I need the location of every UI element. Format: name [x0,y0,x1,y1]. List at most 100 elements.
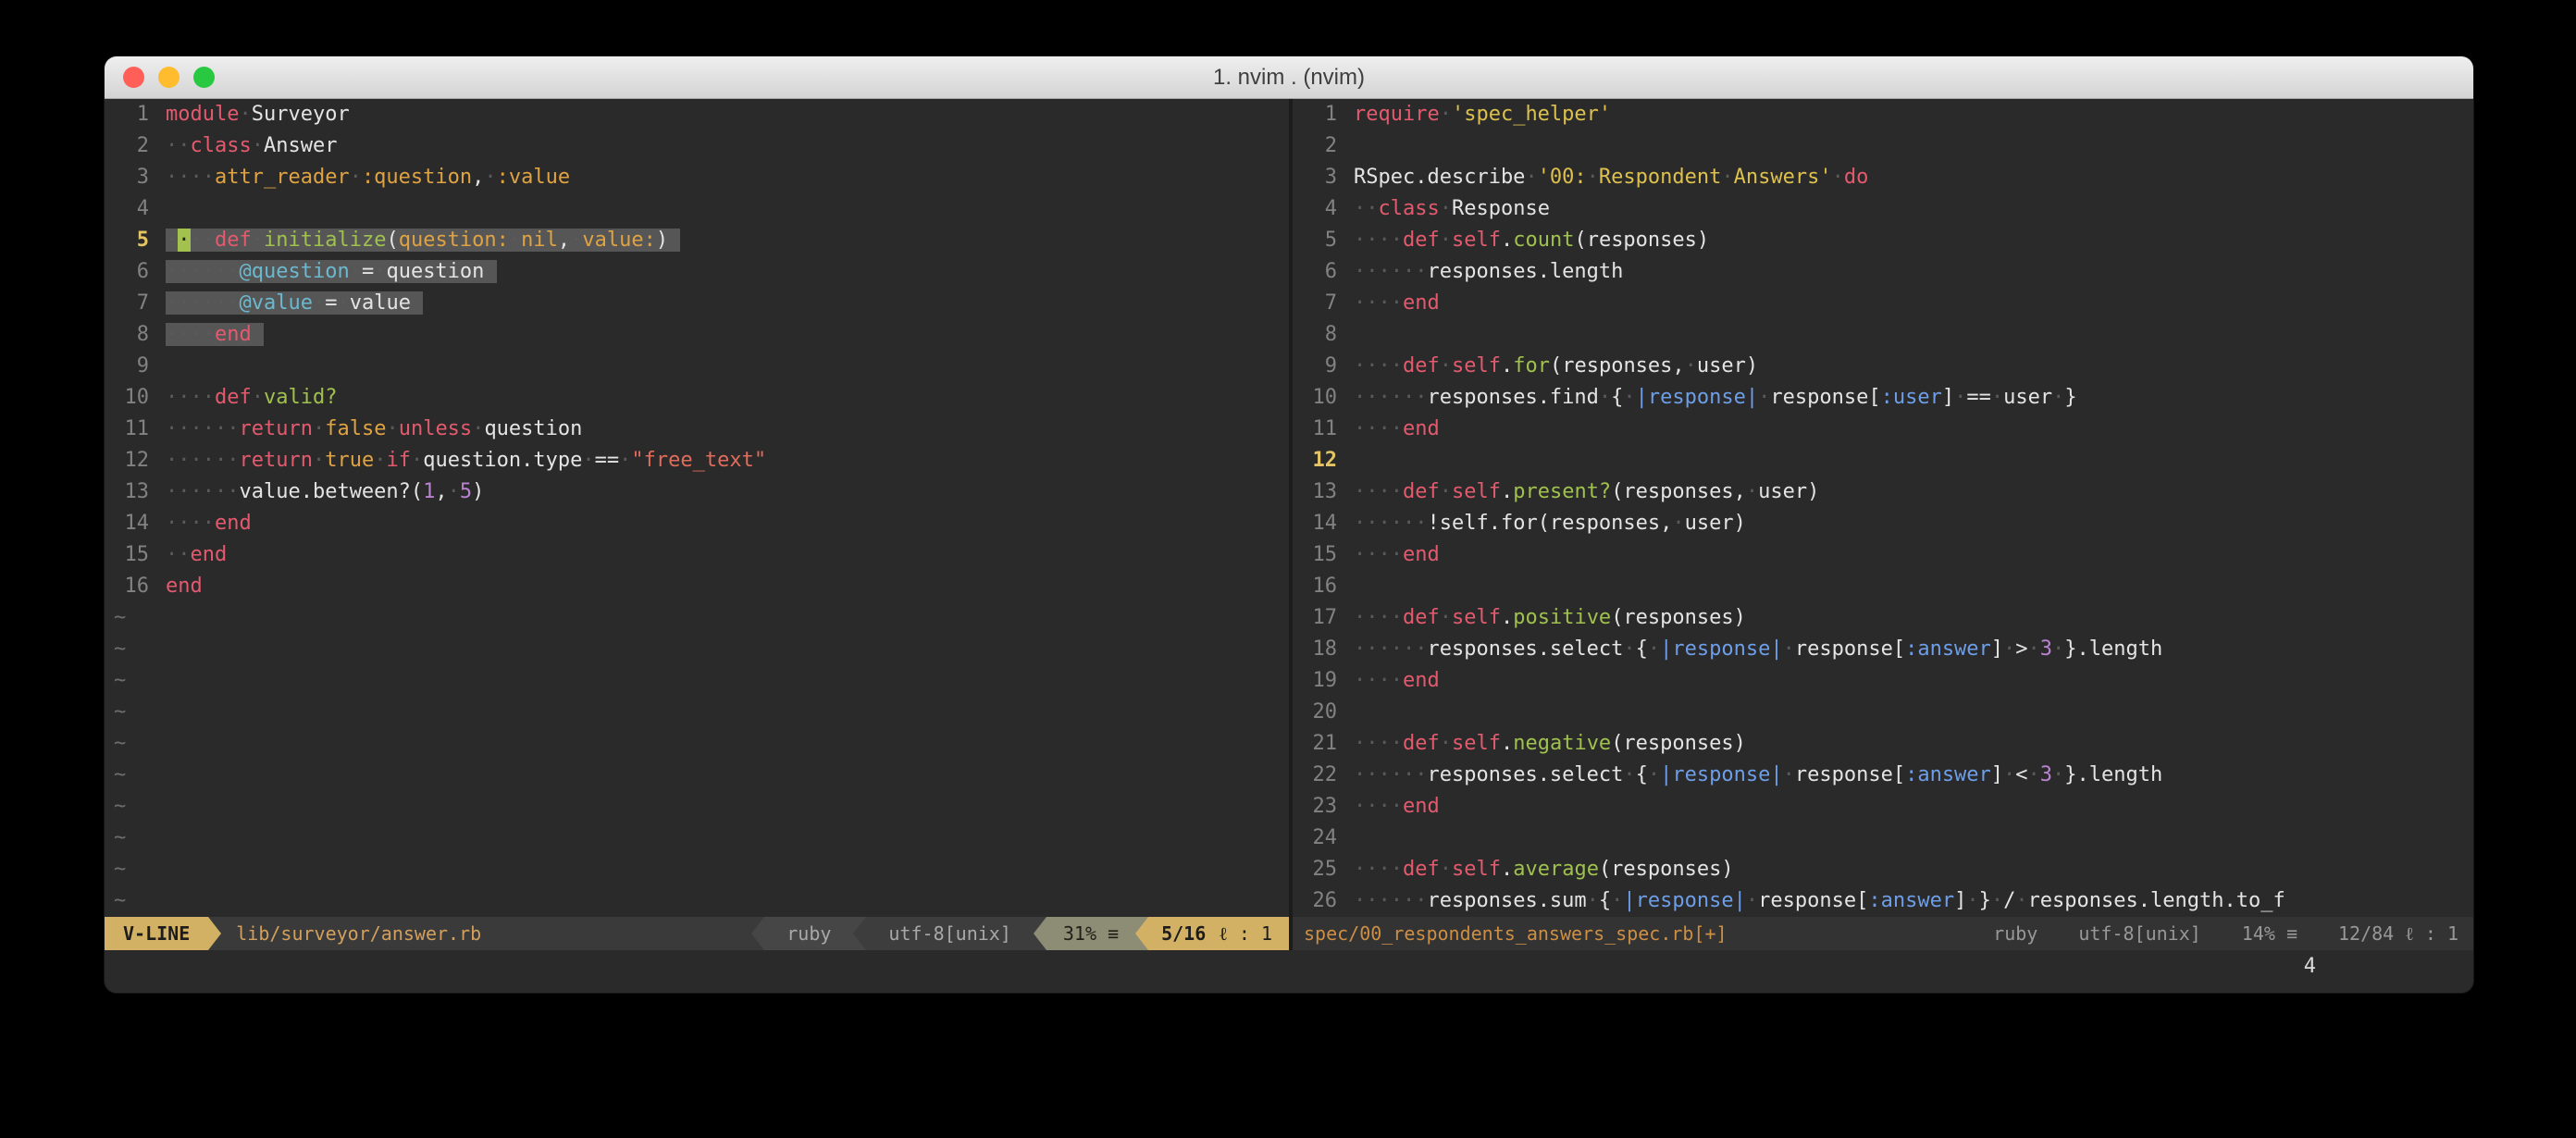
pane-right: 1require·'spec_helper'23RSpec.describe·'… [1293,99,2473,950]
line-number: 17 [1293,602,1354,634]
code-line: 3····attr_reader·:question,·:value [105,162,1289,193]
scroll-percent: 14% ≡ [2222,917,2318,950]
line-number: 23 [1293,791,1354,823]
code-line: 15··end [105,539,1289,571]
window-title: 1. nvim . (nvim) [105,65,2473,91]
encoding-indicator: utf-8[unix] [866,917,1033,950]
code-line: 1require·'spec_helper' [1293,99,2473,130]
statusbar-left: V-LINE lib/surveyor/answer.rb ruby utf-8… [105,917,1289,950]
tilde-line: ~ [105,885,1289,917]
code-line: 25····def·self.average(responses) [1293,854,2473,885]
line-number: 8 [105,319,166,351]
filetype-indicator: ruby [764,917,853,950]
line-number: 11 [1293,414,1354,445]
pending-command: 4 [2304,955,2316,978]
pane-left: 1module·Surveyor2··class·Answer3····attr… [105,99,1289,950]
tilde-line: ~ [105,634,1289,665]
code-line: 13······value.between?(1,·5) [105,476,1289,508]
line-number: 12 [105,445,166,476]
line-number: 7 [105,288,166,319]
code-area-left[interactable]: 1module·Surveyor2··class·Answer3····attr… [105,99,1289,917]
tilde-line: ~ [105,602,1289,634]
line-number: 10 [1293,382,1354,414]
line-number: 2 [105,130,166,162]
code-line: 10······responses.find·{·|response|·resp… [1293,382,2473,414]
cursor-position: 5/16 ℓ : 1 [1148,917,1289,950]
scroll-percent: 31% ≡ [1046,917,1135,950]
line-number: 11 [105,414,166,445]
code-line: 6······@question·=·question [105,256,1289,288]
code-line: 3RSpec.describe·'00:·Respondent·Answers'… [1293,162,2473,193]
line-number: 24 [1293,823,1354,854]
tilde-line: ~ [105,665,1289,697]
file-path: spec/00_respondents_answers_spec.rb[+] [1293,917,1739,950]
line-number: 2 [1293,130,1354,162]
powerline-separator-icon [751,917,764,950]
minimize-button[interactable] [158,67,180,88]
mode-indicator: V-LINE [105,917,208,950]
code-line: 2··class·Answer [105,130,1289,162]
powerline-separator-icon [1034,917,1046,950]
line-number: 19 [1293,665,1354,697]
code-line: 7······@value·=·value [105,288,1289,319]
powerline-separator-icon [1135,917,1148,950]
line-number: 6 [105,256,166,288]
code-line: 15····end [1293,539,2473,571]
code-line: 9····def·self.for(responses,·user) [1293,351,2473,382]
code-line: 6······responses.length [1293,256,2473,288]
line-number: 7 [1293,288,1354,319]
line-number: 3 [105,162,166,193]
line-number: 5 [105,225,166,256]
code-line: 2 [1293,130,2473,162]
line-number: 15 [1293,539,1354,571]
encoding-indicator: utf-8[unix] [2058,917,2221,950]
close-button[interactable] [123,67,144,88]
code-line: 14······!self.for(responses,·user) [1293,508,2473,539]
code-line: 16end [105,571,1289,602]
statusbar-spacer [1739,917,1974,950]
line-number: 15 [105,539,166,571]
powerline-separator-icon [208,917,221,950]
tilde-line: ~ [105,791,1289,823]
code-area-right[interactable]: 1require·'spec_helper'23RSpec.describe·'… [1293,99,2473,917]
code-line: 19····end [1293,665,2473,697]
line-number: 4 [105,193,166,225]
code-line: 7····end [1293,288,2473,319]
zoom-button[interactable] [193,67,215,88]
line-number: 9 [105,351,166,382]
code-line: 8····end [105,319,1289,351]
line-number: 12 [1293,445,1354,476]
line-number: 3 [1293,162,1354,193]
code-line: 5····def·self.count(responses) [1293,225,2473,256]
traffic-lights [105,67,215,88]
code-line: 11······return·false·unless·question [105,414,1289,445]
line-number: 1 [105,99,166,130]
line-number: 26 [1293,885,1354,917]
titlebar[interactable]: 1. nvim . (nvim) [105,56,2473,99]
tilde-line: ~ [105,854,1289,885]
line-number: 8 [1293,319,1354,351]
line-number: 22 [1293,760,1354,791]
line-number: 5 [1293,225,1354,256]
tilde-line: ~ [105,823,1289,854]
code-line: 11····end [1293,414,2473,445]
line-number: 1 [1293,99,1354,130]
line-number: 16 [105,571,166,602]
powerline-separator-icon [853,917,866,950]
line-number: 6 [1293,256,1354,288]
line-count: 5/16 [1161,922,1206,945]
code-line: 9 [105,351,1289,382]
code-line: 12······return·true·if·question.type·==·… [105,445,1289,476]
code-line: 12 [1293,445,2473,476]
line-number: 14 [1293,508,1354,539]
code-line: 17····def·self.positive(responses) [1293,602,2473,634]
code-line: 22······responses.select·{·|response|·re… [1293,760,2473,791]
editor-splits: 1module·Surveyor2··class·Answer3····attr… [105,99,2473,950]
line-number: 25 [1293,854,1354,885]
command-line: 4 [105,950,2473,994]
line-number: 13 [1293,476,1354,508]
code-line: 10····def·valid? [105,382,1289,414]
code-line: 4··class·Response [1293,193,2473,225]
column-ruler: ℓ : 1 [1219,922,1272,945]
code-line: 23····end [1293,791,2473,823]
